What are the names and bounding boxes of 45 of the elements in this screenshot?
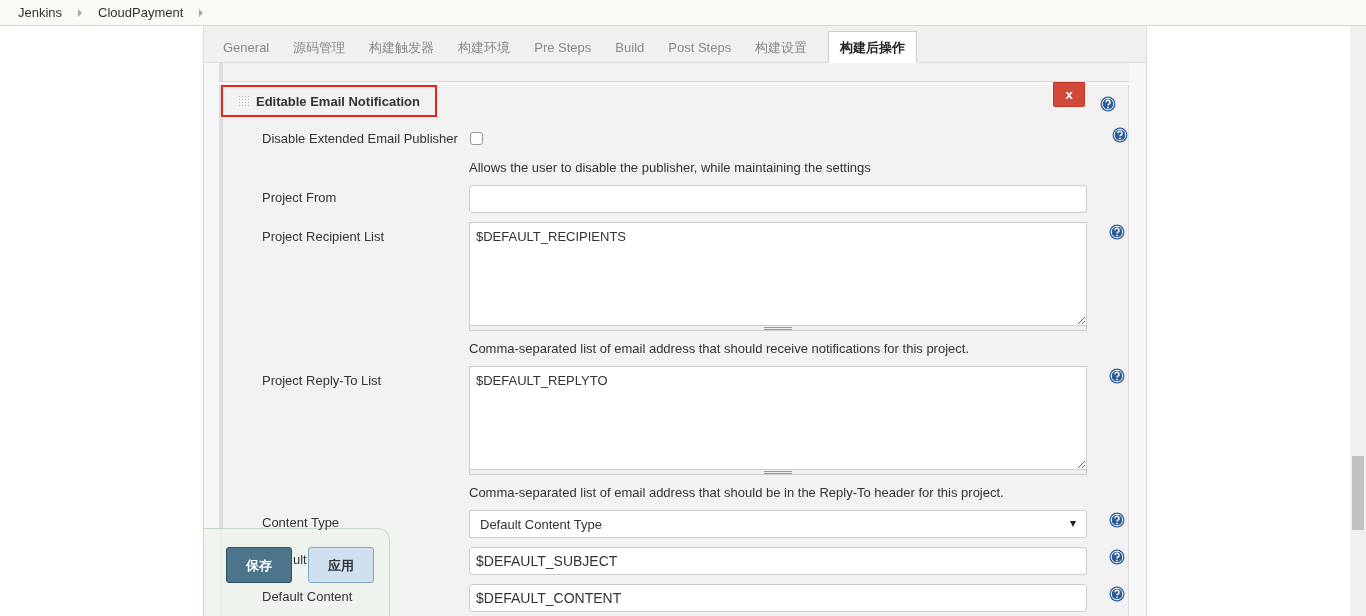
dropdown[interactable]: Default Content Type: [469, 510, 1087, 538]
field-label: Disable Extended Email Publisher: [262, 131, 458, 146]
tab[interactable]: Build: [604, 32, 656, 62]
section-title: Editable Email Notification: [221, 85, 437, 117]
field-label: Project Reply-To List: [262, 372, 382, 388]
help-icon[interactable]: [1100, 96, 1116, 112]
field-label: Content Type: [262, 514, 340, 530]
resize-handle[interactable]: [469, 326, 1087, 331]
field-description: Comma-separated list of email address that should be in the Reply-To header for this project.: [469, 485, 1005, 500]
help-icon[interactable]: [1109, 586, 1125, 602]
delete-button[interactable]: x: [1053, 82, 1085, 107]
tab[interactable]: General: [212, 32, 281, 62]
field-label: Project From: [262, 189, 337, 205]
text-area[interactable]: $DEFAULT_REPLYTO: [469, 366, 1087, 470]
apply-button[interactable]: 应用: [308, 547, 374, 583]
help-icon[interactable]: [1109, 224, 1125, 240]
help-icon[interactable]: [1109, 368, 1125, 384]
text-area[interactable]: $DEFAULT_RECIPIENTS: [469, 222, 1087, 326]
help-icon[interactable]: [1109, 512, 1125, 528]
field-description: Allows the user to disable the publisher, while maintaining the settings: [469, 160, 872, 175]
checkbox[interactable]: [469, 132, 483, 145]
tab[interactable]: 构建触发器: [358, 32, 446, 62]
scrollbar[interactable]: [1350, 26, 1366, 616]
input-field[interactable]: $DEFAULT_SUBJECT: [469, 547, 1087, 575]
breadcrumb-link[interactable]: CloudPayment: [98, 5, 184, 20]
tab[interactable]: Pre Steps: [523, 32, 603, 62]
input-field[interactable]: $DEFAULT_CONTENT: [469, 584, 1087, 612]
help-icon[interactable]: [1109, 549, 1125, 565]
tab[interactable]: 构建设置: [744, 32, 819, 62]
dropdown-arrow-icon: [1070, 521, 1076, 527]
resize-handle[interactable]: [469, 470, 1087, 475]
field-label: ult: [293, 551, 307, 567]
chevron-icon: [199, 8, 204, 17]
breadcrumb-link[interactable]: Jenkins: [18, 5, 63, 20]
field-label: Default Content: [262, 588, 353, 604]
input-field[interactable]: [469, 185, 1087, 213]
field-description: Comma-separated list of email address that should receive notifications for this project.: [469, 341, 970, 356]
tab[interactable]: Post Steps: [657, 32, 743, 62]
chevron-icon: [78, 8, 83, 17]
save-button[interactable]: 保存: [226, 547, 292, 583]
tab[interactable]: 构建环境: [447, 32, 522, 62]
tab[interactable]: 构建后操作: [828, 31, 918, 63]
tab[interactable]: 源码管理: [282, 32, 357, 62]
field-label: Project Recipient List: [262, 228, 385, 244]
help-icon[interactable]: [1112, 127, 1128, 143]
